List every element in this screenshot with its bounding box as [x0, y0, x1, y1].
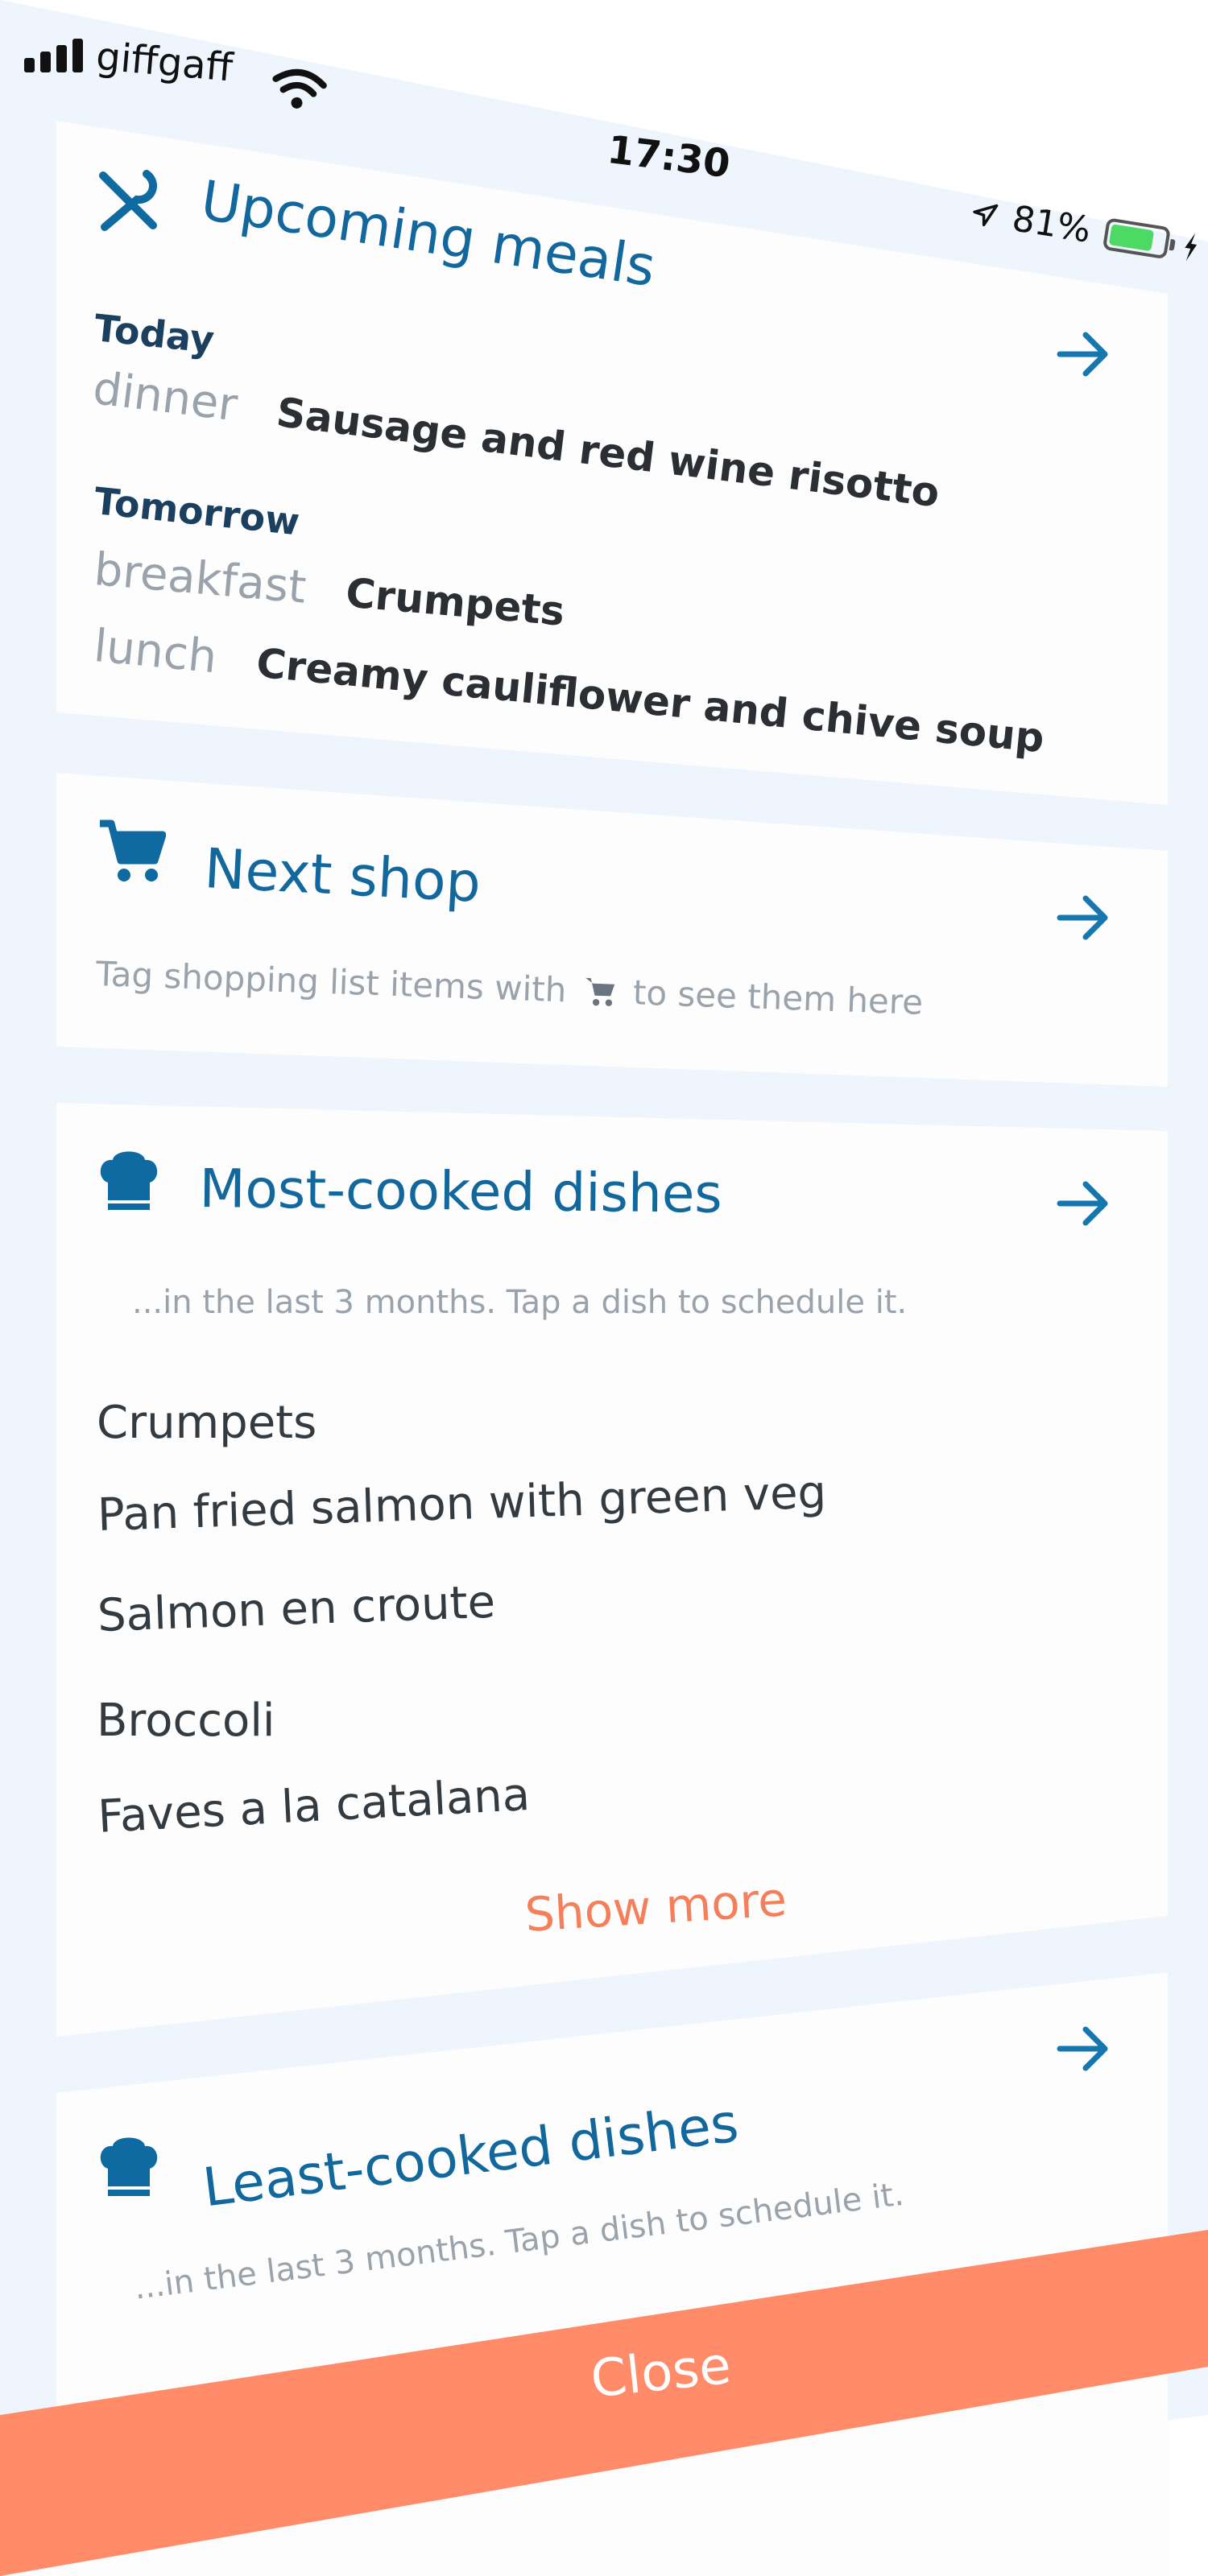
upcoming-meals-arrow-icon[interactable] [1055, 330, 1111, 378]
most-cooked-title: Most-cooked dishes [199, 1158, 723, 1225]
meal-type: lunch [91, 620, 220, 684]
chef-hat-icon [100, 1151, 158, 1210]
next-shop-arrow-icon[interactable] [1055, 894, 1111, 942]
meal-type: breakfast [92, 543, 308, 614]
next-shop-hint: Tag shopping list items with to see them… [95, 954, 924, 1022]
battery-icon [1102, 217, 1171, 259]
cutlery-icon [99, 170, 157, 231]
battery-level-fill [1108, 223, 1155, 251]
clock-time: 17:30 [605, 127, 733, 188]
dish-item[interactable]: Faves a la catalana [97, 1769, 531, 1843]
wifi-icon [272, 68, 327, 109]
dish-item[interactable]: Broccoli [97, 1695, 275, 1747]
day-label-today: Today [92, 306, 217, 362]
dish-item[interactable]: Pan fried salmon with green veg [97, 1467, 827, 1542]
carrier-name: giffgaff [94, 34, 235, 91]
show-more-button[interactable]: Show more [523, 1872, 788, 1942]
most-cooked-subtitle: ...in the last 3 months. Tap a dish to s… [132, 1284, 908, 1321]
dish-item[interactable]: Salmon en croute [97, 1576, 496, 1642]
least-cooked-title: Least-cooked dishes [200, 2091, 742, 2219]
charging-bolt-icon [1185, 233, 1197, 261]
shopping-cart-icon [100, 819, 166, 881]
chef-hat-icon [100, 2137, 158, 2196]
next-shop-title: Next shop [202, 837, 482, 915]
meal-name: Crumpets [344, 569, 567, 635]
most-cooked-arrow-icon[interactable] [1055, 1179, 1111, 1228]
status-right-group: 81% [968, 192, 1202, 268]
dish-item[interactable]: Crumpets [97, 1397, 316, 1449]
meal-entry[interactable]: breakfast Crumpets [92, 543, 567, 637]
most-cooked-card: Most-cooked dishes ...in the last 3 mont… [56, 1103, 1168, 2037]
battery-percent: 81% [1009, 198, 1094, 251]
signal-strength-icon [24, 37, 89, 72]
least-cooked-arrow-icon[interactable] [1055, 2025, 1111, 2073]
next-shop-hint-after: to see them here [632, 972, 924, 1022]
meal-type: dinner [90, 362, 241, 432]
next-shop-hint-before: Tag shopping list items with [95, 954, 568, 1010]
day-label-tomorrow: Tomorrow [92, 479, 302, 544]
shopping-cart-icon [581, 975, 618, 1009]
location-arrow-icon [973, 204, 999, 226]
meal-name: Sausage and red wine risotto [274, 388, 942, 517]
